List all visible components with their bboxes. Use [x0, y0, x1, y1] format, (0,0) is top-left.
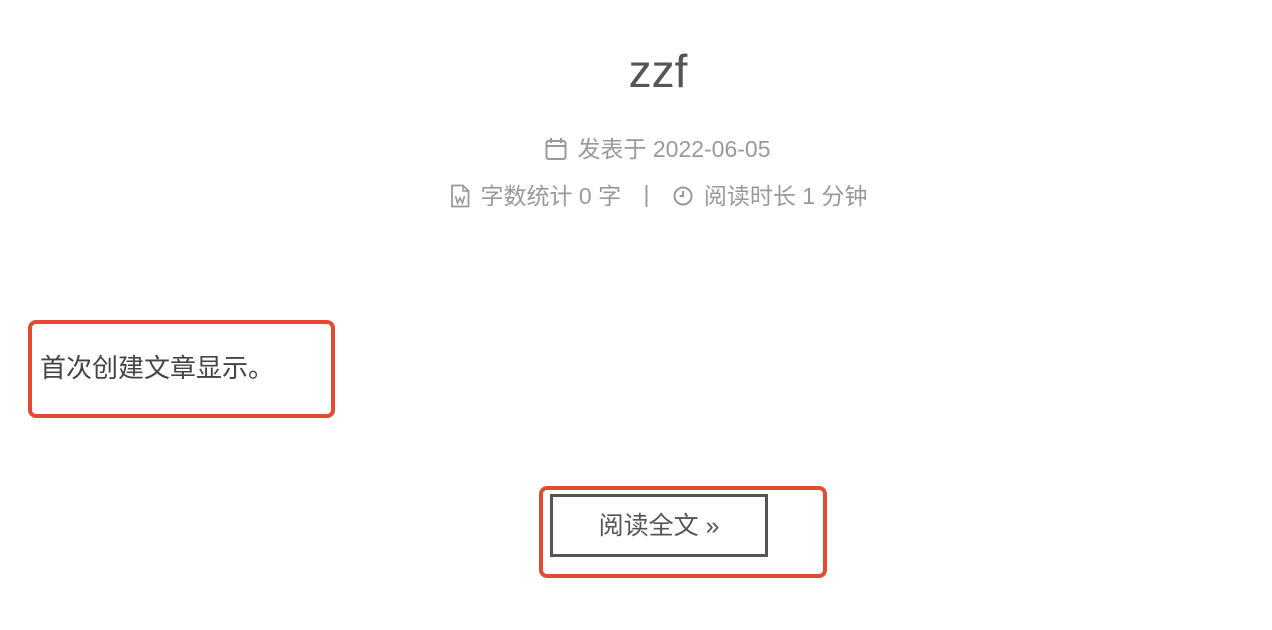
post-meta-date: 发表于 2022-06-05	[0, 131, 1272, 165]
read-more-highlight-box	[539, 486, 827, 578]
posted-date-text[interactable]: 发表于 2022-06-05	[577, 133, 770, 165]
meta-separator: |	[643, 181, 650, 207]
word-file-icon	[449, 184, 471, 208]
clock-icon	[672, 184, 694, 208]
post-title[interactable]: zzf	[0, 36, 1272, 106]
read-time: 阅读时长 1 分钟	[672, 180, 868, 212]
excerpt-highlight-box	[28, 320, 335, 418]
posted-date: 发表于 2022-06-05	[545, 133, 771, 165]
word-count-text: 字数统计 0 字	[480, 182, 622, 209]
post-meta-stats: 字数统计 0 字 | 阅读时长 1 分钟	[0, 178, 1272, 212]
read-time-text: 阅读时长 1 分钟	[703, 182, 868, 209]
word-count: 字数统计 0 字	[449, 180, 622, 212]
calendar-icon	[545, 137, 567, 161]
